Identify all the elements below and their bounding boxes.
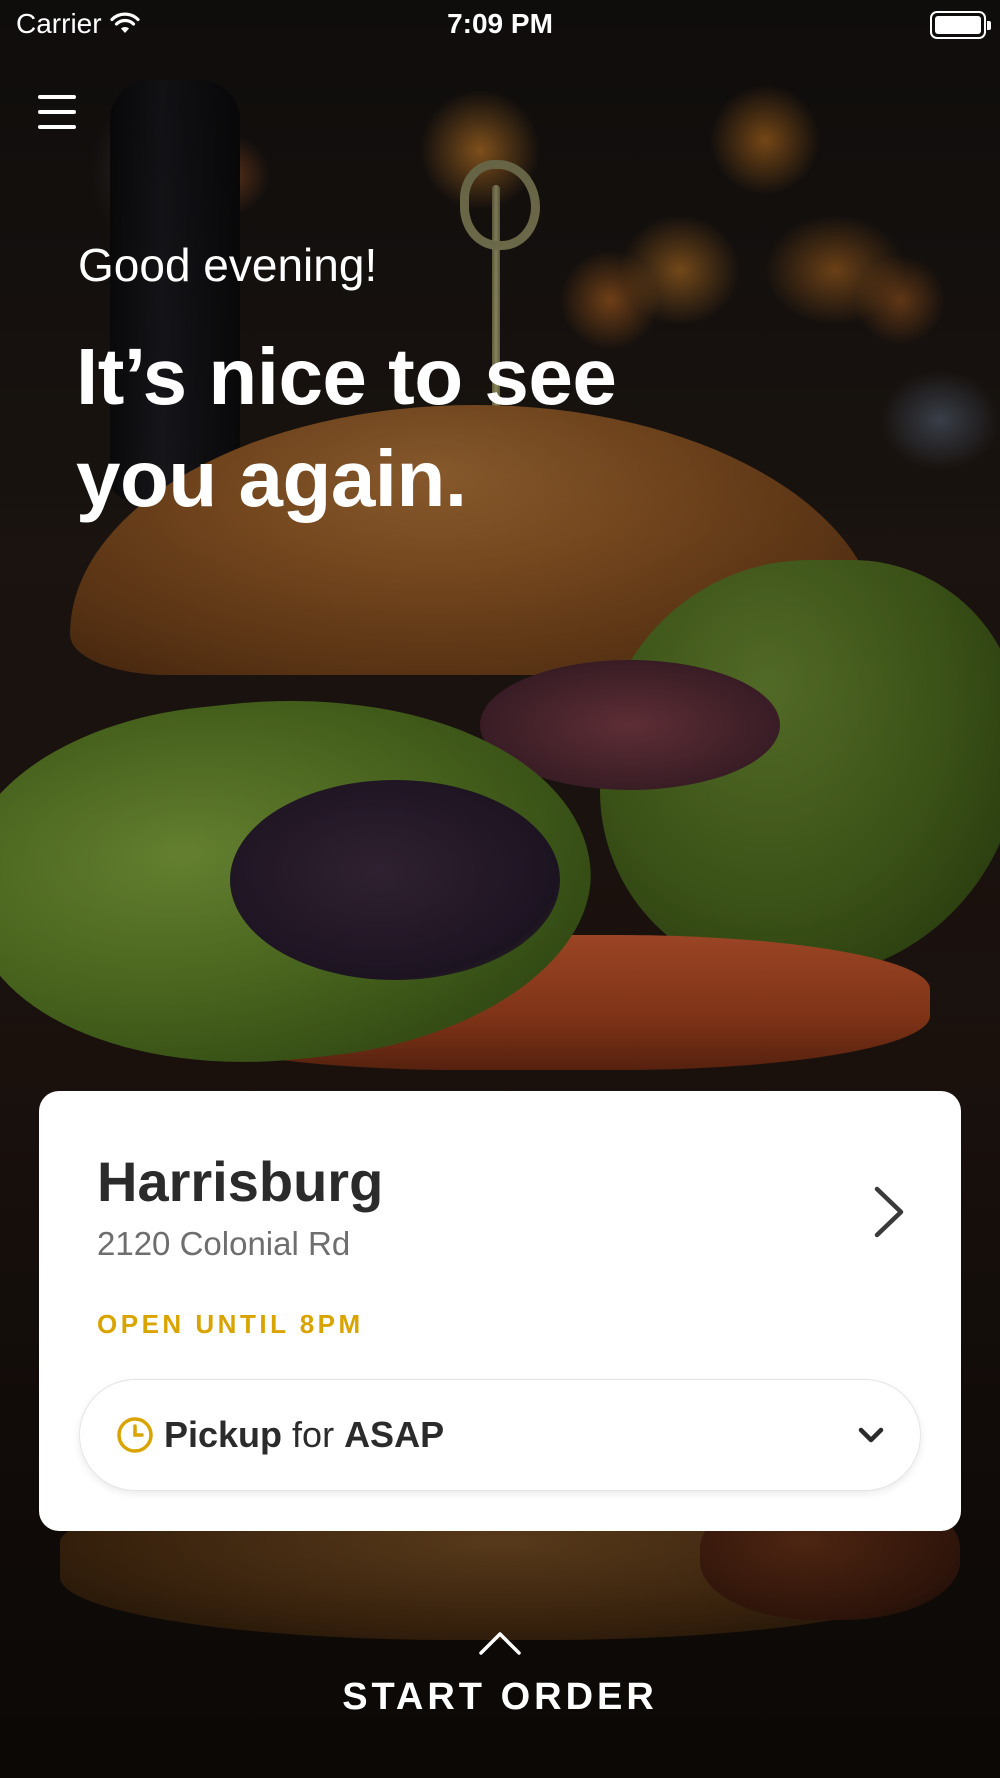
- location-card: Harrisburg 2120 Colonial Rd OPEN UNTIL 8…: [39, 1091, 961, 1531]
- clock-icon: [117, 1417, 153, 1453]
- welcome-headline: It’s nice to see you again.: [76, 332, 617, 523]
- location-name[interactable]: Harrisburg: [97, 1149, 383, 1214]
- chevron-right-icon[interactable]: [869, 1183, 909, 1241]
- battery-icon: [930, 11, 991, 39]
- order-time: ASAP: [344, 1414, 445, 1455]
- app-screen: Carrier 7:09 PM Good evening! It’s nice …: [0, 0, 1000, 1778]
- chevron-down-icon: [858, 1427, 884, 1443]
- chevron-up-icon: [479, 1632, 521, 1655]
- order-mode: Pickup: [164, 1414, 283, 1455]
- location-address: 2120 Colonial Rd: [97, 1225, 351, 1262]
- order-connector: for: [292, 1414, 335, 1455]
- start-order-label: START ORDER: [342, 1676, 658, 1718]
- order-type-selector[interactable]: Pickup for ASAP: [79, 1379, 921, 1491]
- hamburger-icon[interactable]: [38, 93, 78, 131]
- greeting-text: Good evening!: [78, 239, 378, 291]
- clock-time: 7:09 PM: [447, 8, 553, 39]
- status-bar: Carrier 7:09 PM: [0, 0, 1000, 50]
- location-hours-status: OPEN UNTIL 8PM: [97, 1309, 364, 1339]
- start-order-button[interactable]: START ORDER: [0, 1620, 1000, 1730]
